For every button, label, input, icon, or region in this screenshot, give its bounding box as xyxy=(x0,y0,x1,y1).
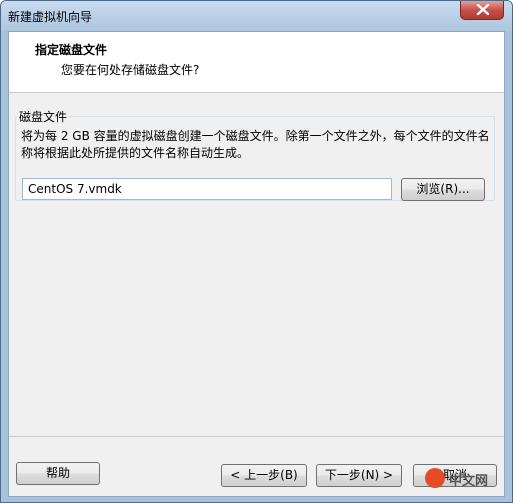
disk-file-description: 将为每 2 GB 容量的虚拟磁盘创建一个磁盘文件。除第一个文件之外，每个文件的文… xyxy=(21,129,490,160)
wizard-header: 指定磁盘文件 您要在何处存储磁盘文件? xyxy=(9,32,504,93)
help-button[interactable]: 帮助 xyxy=(16,462,100,485)
close-button[interactable] xyxy=(460,1,504,20)
wizard-window: 新建虚拟机向导 指定磁盘文件 您要在何处存储磁盘文件? 磁盘文件 将为每 2 G… xyxy=(0,0,513,503)
disk-file-path-input[interactable] xyxy=(22,178,392,200)
wizard-body: 指定磁盘文件 您要在何处存储磁盘文件? 磁盘文件 将为每 2 GB 容量的虚拟磁… xyxy=(8,31,505,497)
watermark-text: 中文网 xyxy=(449,474,489,489)
watermark: 中文网 xyxy=(425,466,505,492)
back-button[interactable]: < 上一步(B) xyxy=(221,464,307,487)
window-title: 新建虚拟机向导 xyxy=(8,10,93,24)
disk-file-group-label: 磁盘文件 xyxy=(17,108,70,125)
page-subtitle: 您要在何处存储磁盘文件? xyxy=(61,63,200,77)
browse-button[interactable]: 浏览(R)... xyxy=(401,178,485,201)
close-icon xyxy=(476,4,490,15)
php-logo-icon xyxy=(425,468,445,488)
next-button[interactable]: 下一步(N) > xyxy=(316,464,402,487)
title-bar[interactable]: 新建虚拟机向导 xyxy=(1,1,512,31)
page-title: 指定磁盘文件 xyxy=(35,43,108,57)
